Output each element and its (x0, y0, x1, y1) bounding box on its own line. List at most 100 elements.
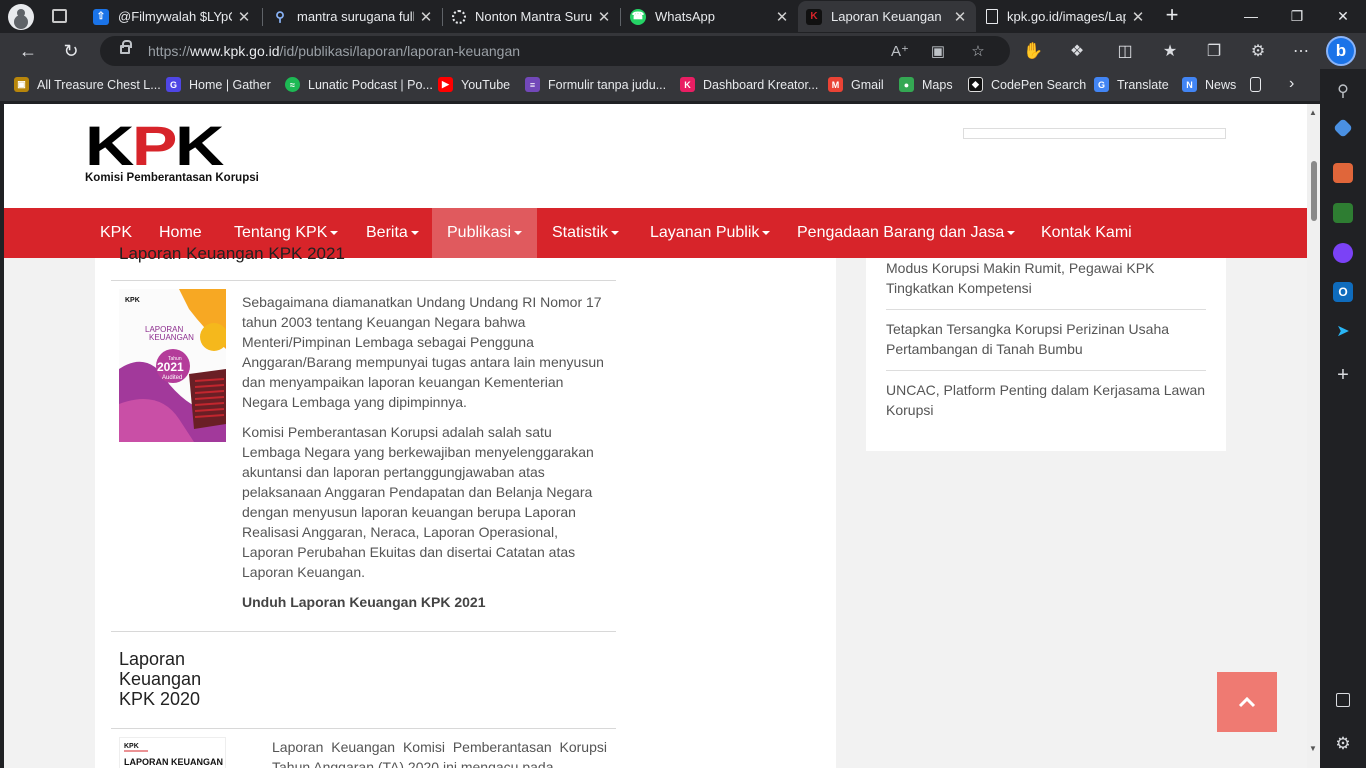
read-aloud-icon[interactable]: A⁺ (890, 41, 910, 61)
nav-pengadaan[interactable]: Pengadaan Barang dan Jasa (782, 208, 1030, 258)
translate-icon: G (1094, 77, 1109, 92)
browser-toolbar: ← ↻ https://www.kpk.go.id/id/publikasi/l… (0, 33, 1366, 69)
restore-button[interactable]: ❐ (1274, 0, 1320, 32)
document-icon (986, 9, 998, 24)
divider (111, 631, 616, 632)
lock-icon[interactable] (120, 40, 132, 54)
scroll-down-arrow-icon[interactable]: ▼ (1309, 744, 1317, 753)
edge-sidebar: ⚲ O ➤ + ⚙ (1320, 69, 1366, 768)
news-link-2[interactable]: Tetapkan Tersangka Korupsi Perizinan Usa… (886, 319, 1206, 359)
tab-label: Nonton Mantra Surug (475, 9, 592, 24)
bookmark-gmail[interactable]: M Gmail (828, 77, 884, 92)
bookmark-youtube[interactable]: ▶ YouTube (438, 77, 510, 92)
telegram-icon[interactable]: ➤ (1333, 321, 1353, 341)
app-available-icon[interactable]: ▣ (928, 41, 948, 61)
new-tab-button[interactable]: + (1162, 4, 1182, 28)
tab-divider (620, 8, 621, 26)
add-icon[interactable]: + (1333, 364, 1353, 386)
close-icon[interactable]: ✕ (414, 8, 438, 26)
split-screen-icon[interactable]: ◫ (1113, 39, 1137, 63)
tab-mantra-search[interactable]: ⚲ mantra surugana full ✕ (264, 1, 442, 32)
back-to-top-button[interactable] (1217, 672, 1277, 732)
news-icon: N (1182, 77, 1197, 92)
shopping-tag-icon[interactable] (1333, 118, 1353, 138)
bookmark-formulir[interactable]: ≡ Formulir tanpa judu... (525, 77, 666, 92)
tab-laporan-keuangan[interactable]: K Laporan Keuangan ✕ (798, 1, 976, 32)
bookmark-dashboard-kreator[interactable]: K Dashboard Kreator... (680, 77, 818, 92)
youtube-icon: ▶ (438, 77, 453, 92)
caret-down-icon (762, 231, 771, 235)
nav-berita[interactable]: Berita (351, 208, 434, 258)
nav-publikasi[interactable]: Publikasi (432, 208, 537, 258)
minimize-button[interactable]: — (1228, 0, 1274, 32)
scrollbar-thumb[interactable] (1311, 161, 1317, 221)
close-icon[interactable]: ✕ (1126, 8, 1150, 26)
whatsapp-icon: ☎ (630, 8, 646, 25)
bookmark-translate[interactable]: G Translate (1094, 77, 1169, 92)
bookmark-label: YouTube (461, 77, 511, 92)
favorites-icon[interactable]: ★ (1158, 39, 1182, 63)
tab-filmywalah[interactable]: ⇧ @Filmywalah $LYpO# ✕ (85, 1, 260, 32)
gather-icon: G (166, 77, 181, 92)
tools-briefcase-icon[interactable] (1333, 163, 1353, 183)
sidebar-layout-icon[interactable] (1336, 693, 1350, 707)
report-2020-cover-image[interactable]: KPK LAPORAN KEUANGAN (119, 737, 226, 768)
nav-statistik[interactable]: Statistik (537, 208, 634, 258)
settings-gear-icon[interactable]: ⚙ (1333, 734, 1353, 754)
url-path: /id/publikasi/laporan/laporan-keuangan (279, 43, 521, 59)
bookmark-maps[interactable]: ● Maps (899, 77, 953, 92)
news-link-1[interactable]: Modus Korupsi Makin Rumit, Pegawai KPK T… (886, 258, 1206, 298)
bookmark-treasure-chest[interactable]: ▣ All Treasure Chest L... (14, 77, 161, 92)
tab-label: @Filmywalah $LYpO# (118, 9, 232, 24)
bookmark-other[interactable] (1250, 77, 1269, 92)
close-icon[interactable]: ✕ (232, 8, 256, 26)
collections-icon[interactable]: ❐ (1202, 39, 1226, 63)
report-2020-title: Laporan Keuangan KPK 2020 (119, 649, 202, 709)
download-report-2021-link[interactable]: Unduh Laporan Keuangan KPK 2021 (242, 594, 485, 610)
site-search-input[interactable] (963, 128, 1226, 139)
tab-actions-icon[interactable] (52, 9, 67, 23)
scroll-up-arrow-icon[interactable]: ▲ (1309, 108, 1317, 117)
copilot-icon[interactable] (1333, 243, 1353, 263)
nav-kontak-kami[interactable]: Kontak Kami (1026, 208, 1147, 258)
favorite-star-icon[interactable]: ☆ (968, 41, 988, 61)
close-icon[interactable]: ✕ (592, 8, 616, 26)
divider (886, 370, 1206, 371)
chevron-right-icon[interactable]: › (1289, 75, 1294, 93)
bookmark-lunatic-podcast[interactable]: ≈ Lunatic Podcast | Po... (285, 77, 433, 92)
bookmark-codepen[interactable]: ◆ CodePen Search (968, 77, 1086, 92)
main-content: Laporan Keuangan KPK 2021 KPK LAPORAN KE… (95, 244, 836, 768)
close-icon[interactable]: ✕ (770, 8, 794, 26)
report-2021-cover-image[interactable]: KPK LAPORAN KEUANGAN Tahun 2021 Audited (119, 289, 226, 442)
bookmark-news[interactable]: N News (1182, 77, 1236, 92)
back-button[interactable]: ← (14, 37, 42, 65)
performance-icon[interactable]: ⚙ (1246, 39, 1270, 63)
url-text[interactable]: https://www.kpk.go.id/id/publikasi/lapor… (148, 43, 520, 59)
tab-nonton-mantra[interactable]: Nonton Mantra Surug ✕ (444, 1, 620, 32)
news-link-3[interactable]: UNCAC, Platform Penting dalam Kerjasama … (886, 380, 1206, 420)
search-icon[interactable]: ⚲ (1333, 81, 1353, 101)
page-scrollbar[interactable]: ▲ ▼ (1307, 104, 1320, 768)
outlook-icon[interactable]: O (1333, 282, 1353, 302)
more-menu-icon[interactable]: ⋯ (1289, 39, 1313, 63)
kpk-logo[interactable]: KPK Komisi Pemberantasan Korupsi (85, 118, 259, 185)
bookmark-gather[interactable]: G Home | Gather (166, 77, 271, 92)
close-window-button[interactable]: ✕ (1320, 0, 1366, 32)
divider (111, 280, 616, 281)
adblock-icon[interactable]: ✋ (1021, 39, 1045, 63)
close-icon[interactable]: ✕ (948, 8, 972, 26)
games-icon[interactable] (1333, 203, 1353, 223)
bing-copilot-icon[interactable]: b (1326, 36, 1356, 66)
tab-whatsapp[interactable]: ☎ WhatsApp ✕ (622, 1, 798, 32)
caret-down-icon (514, 231, 523, 235)
tab-label: mantra surugana full (297, 9, 414, 24)
extensions-icon[interactable]: ❖ (1065, 39, 1089, 63)
address-bar[interactable]: https://www.kpk.go.id/id/publikasi/lapor… (100, 36, 1010, 66)
profile-avatar[interactable] (8, 4, 34, 30)
nav-layanan-publik[interactable]: Layanan Publik (635, 208, 785, 258)
codepen-icon: ◆ (968, 77, 983, 92)
tab-kpk-pdf[interactable]: kpk.go.id/images/Lap ✕ (978, 1, 1154, 32)
kpk-icon: K (806, 8, 822, 25)
reload-button[interactable]: ↻ (57, 37, 85, 65)
url-scheme: https:// (148, 43, 191, 59)
